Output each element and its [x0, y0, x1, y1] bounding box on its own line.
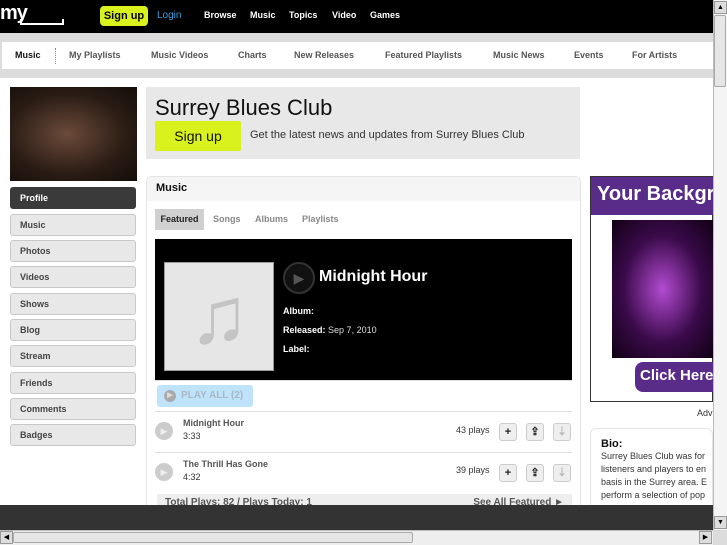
- download-icon[interactable]: ⇣: [553, 464, 571, 482]
- divider: [155, 380, 572, 381]
- tab-songs[interactable]: Songs: [213, 214, 241, 224]
- subnav-charts[interactable]: Charts: [238, 50, 267, 60]
- nav-music[interactable]: Music: [250, 10, 276, 20]
- nav-games[interactable]: Games: [370, 10, 400, 20]
- song-plays: 39 plays: [456, 465, 490, 475]
- bio-line: perform a selection of pop: [601, 490, 706, 500]
- song-name[interactable]: The Thrill Has Gone: [183, 459, 268, 469]
- sidebar-item-photos[interactable]: Photos: [10, 240, 136, 262]
- divider: [155, 411, 572, 412]
- subnav-music[interactable]: Music: [15, 50, 41, 60]
- sidebar-item-profile[interactable]: Profile: [10, 187, 136, 209]
- profile-title: Surrey Blues Club: [155, 95, 333, 120]
- music-panel-title: Music: [156, 182, 188, 194]
- subnav-separator: [55, 48, 56, 64]
- sidebar-item-friends[interactable]: Friends: [10, 372, 136, 394]
- song-play-button[interactable]: ▶: [155, 463, 173, 481]
- sidebar-item-comments[interactable]: Comments: [10, 398, 136, 420]
- download-icon[interactable]: ⇣: [553, 423, 571, 441]
- nav-browse[interactable]: Browse: [204, 10, 237, 20]
- song-duration: 3:33: [183, 431, 201, 441]
- featured-play-button[interactable]: ▶: [283, 262, 315, 294]
- featured-label: Label:: [283, 344, 310, 354]
- ad-image: [612, 220, 713, 358]
- bio-line: Surrey Blues Club was for: [601, 451, 706, 461]
- subnav-events[interactable]: Events: [574, 50, 604, 60]
- scroll-left-arrow-icon[interactable]: ◀: [0, 531, 13, 544]
- profile-photo[interactable]: [10, 87, 137, 181]
- subnav-music-news[interactable]: Music News: [493, 50, 545, 60]
- horizontal-scroll-thumb[interactable]: [13, 532, 413, 543]
- song-name[interactable]: Midnight Hour: [183, 418, 244, 428]
- scroll-right-arrow-icon[interactable]: ▶: [699, 531, 712, 544]
- share-icon[interactable]: ⇪: [526, 423, 544, 441]
- logo-underline: [20, 19, 64, 25]
- sidebar-item-badges[interactable]: Badges: [10, 424, 136, 446]
- sidebar-item-shows[interactable]: Shows: [10, 293, 136, 315]
- add-icon[interactable]: +: [499, 423, 517, 441]
- bio-line: basis in the Surrey area. E: [601, 477, 708, 487]
- nav-topics[interactable]: Topics: [289, 10, 317, 20]
- ad-click-here-button[interactable]: Click Here: [635, 362, 713, 392]
- subnav-my-playlists[interactable]: My Playlists: [69, 50, 121, 60]
- featured-album: Album:: [283, 306, 314, 316]
- subnav-new-releases[interactable]: New Releases: [294, 50, 354, 60]
- tab-playlists[interactable]: Playlists: [302, 214, 339, 224]
- play-icon: ▶: [164, 390, 176, 402]
- banner-signup-button[interactable]: Sign up: [155, 121, 241, 151]
- sidebar-item-blog[interactable]: Blog: [10, 319, 136, 341]
- sidebar-item-music[interactable]: Music: [10, 214, 136, 236]
- song-plays: 43 plays: [456, 425, 490, 435]
- tab-albums[interactable]: Albums: [255, 214, 288, 224]
- scroll-down-arrow-icon[interactable]: ▼: [714, 516, 727, 529]
- bio-line: listeners and players to en: [601, 464, 707, 474]
- bottom-bar: [0, 505, 713, 530]
- ad-headline: Your Backgr: [591, 177, 713, 215]
- subnav-music-videos[interactable]: Music Videos: [151, 50, 208, 60]
- featured-released: Released: Sep 7, 2010: [283, 325, 377, 335]
- song-play-button[interactable]: ▶: [155, 422, 173, 440]
- divider: [155, 452, 572, 453]
- music-note-icon: ♫: [164, 262, 274, 371]
- sidebar-item-videos[interactable]: Videos: [10, 266, 136, 288]
- sidebar-item-stream[interactable]: Stream: [10, 345, 136, 367]
- subnav-featured-playlists[interactable]: Featured Playlists: [385, 50, 462, 60]
- add-icon[interactable]: +: [499, 464, 517, 482]
- scroll-up-arrow-icon[interactable]: ▲: [714, 1, 727, 14]
- subnav-for-artists[interactable]: For Artists: [632, 50, 677, 60]
- login-link[interactable]: Login: [157, 10, 181, 21]
- ad-caption: Adv: [697, 408, 713, 418]
- signup-button[interactable]: Sign up: [100, 6, 148, 26]
- bio-title: Bio:: [601, 438, 623, 450]
- banner-subtitle: Get the latest news and updates from Sur…: [250, 129, 525, 141]
- nav-video[interactable]: Video: [332, 10, 356, 20]
- play-all-button[interactable]: ▶ PLAY ALL (2): [157, 385, 253, 407]
- tab-featured[interactable]: Featured: [155, 209, 204, 230]
- song-duration: 4:32: [183, 472, 201, 482]
- music-panel-header: [147, 177, 580, 201]
- featured-song-name: Midnight Hour: [319, 268, 428, 285]
- share-icon[interactable]: ⇪: [526, 464, 544, 482]
- vertical-scroll-thumb[interactable]: [714, 15, 726, 87]
